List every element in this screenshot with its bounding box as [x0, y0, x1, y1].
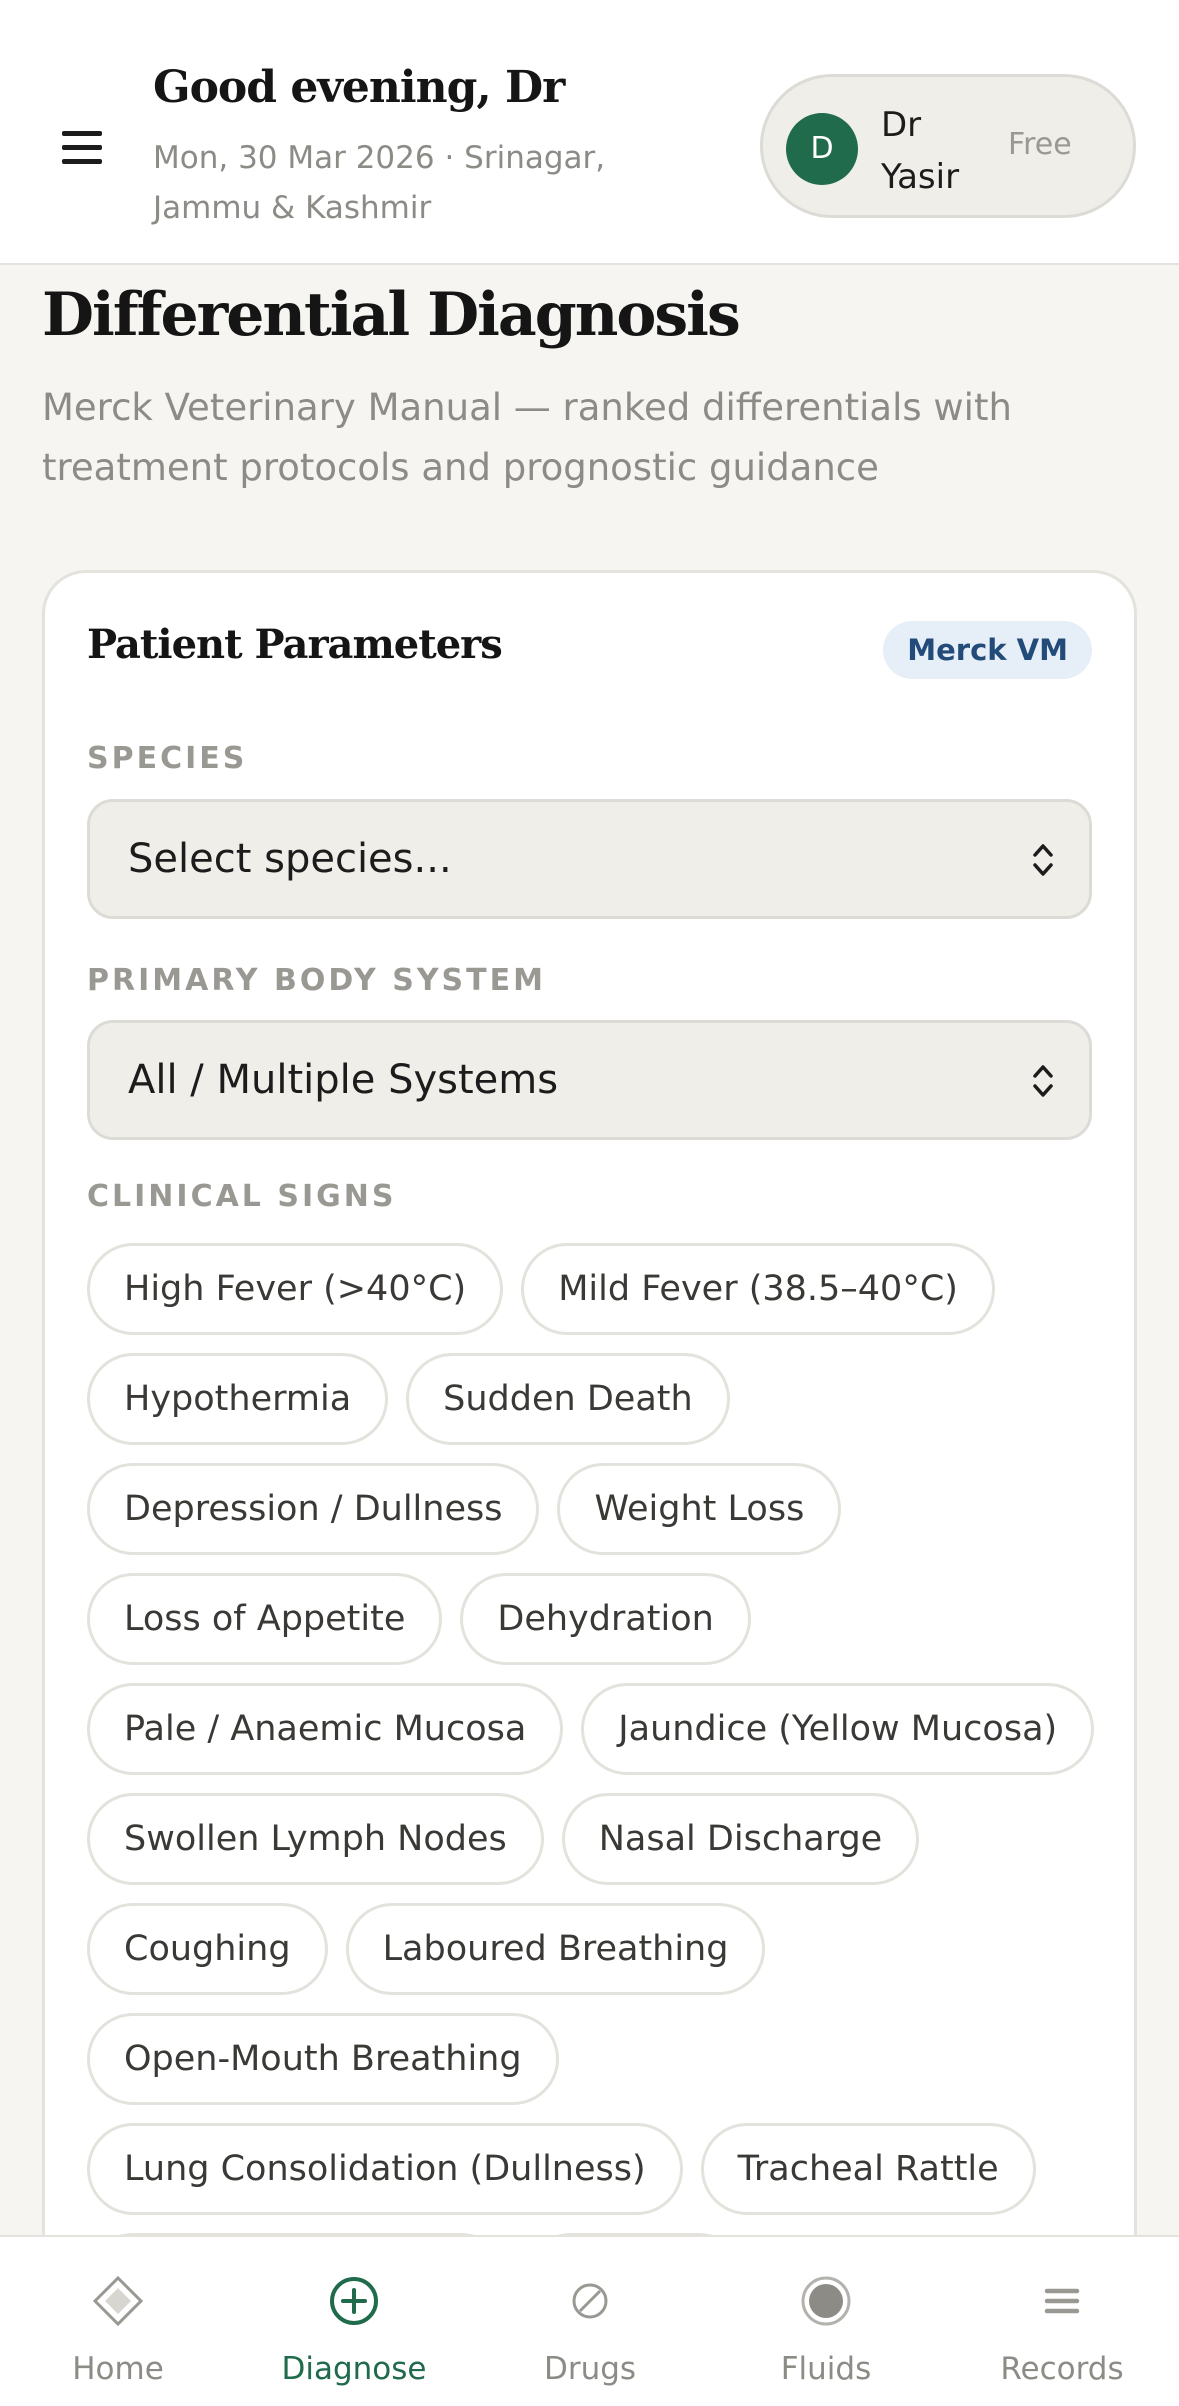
- nav-records[interactable]: Records: [944, 2237, 1179, 2406]
- card-title: Patient Parameters: [87, 621, 503, 668]
- avatar: D: [786, 113, 858, 185]
- menu-icon[interactable]: [62, 131, 102, 167]
- plan-label: Free: [1008, 127, 1072, 162]
- nav-label: Records: [1000, 2351, 1124, 2387]
- nav-fluids[interactable]: Fluids: [708, 2237, 944, 2406]
- chip-open-mouth-breathing[interactable]: Open-Mouth Breathing: [87, 2013, 559, 2105]
- chip-dehydration[interactable]: Dehydration: [460, 1573, 751, 1665]
- chip-jaundice[interactable]: Jaundice (Yellow Mucosa): [581, 1683, 1095, 1775]
- chip-pale-mucosa[interactable]: Pale / Anaemic Mucosa: [87, 1683, 564, 1775]
- source-badge: Merck VM: [883, 621, 1092, 679]
- species-label: SPECIES: [87, 741, 248, 776]
- chip-hypothermia[interactable]: Hypothermia: [87, 1353, 389, 1445]
- date-location: Mon, 30 Mar 2026 · Srinagar, Jammu & Kas…: [153, 140, 606, 226]
- chip-weight-loss[interactable]: Weight Loss: [557, 1463, 842, 1555]
- body-system-value: All / Multiple Systems: [128, 1057, 559, 1103]
- chip-row: Coughing Laboured Breathing: [87, 1903, 1097, 1995]
- top-header: Good evening, Dr Mon, 30 Mar 2026 · Srin…: [0, 0, 1179, 265]
- page-description: Merck Veterinary Manual — ranked differe…: [42, 386, 1012, 489]
- chip-lung-consolidation[interactable]: Lung Consolidation (Dullness): [87, 2123, 683, 2215]
- body-system-select[interactable]: All / Multiple Systems: [87, 1020, 1092, 1140]
- nav-label: Fluids: [780, 2351, 872, 2387]
- bottom-navigation: Home Diagnose Drugs Fluids Records: [0, 2235, 1179, 2406]
- chip-sudden-death[interactable]: Sudden Death: [406, 1353, 730, 1445]
- chip-row: Pale / Anaemic Mucosa Jaundice (Yellow M…: [87, 1683, 1097, 1775]
- greeting: Good evening, Dr: [153, 62, 565, 113]
- species-value: Select species...: [128, 836, 452, 882]
- species-select[interactable]: Select species...: [87, 799, 1092, 919]
- nav-label: Diagnose: [281, 2351, 427, 2387]
- chip-laboured-breathing[interactable]: Laboured Breathing: [345, 1903, 766, 1995]
- clinical-signs-label: CLINICAL SIGNS: [87, 1179, 397, 1214]
- page-title: Differential Diagnosis: [42, 280, 741, 350]
- chip-depression[interactable]: Depression / Dullness: [87, 1463, 540, 1555]
- diamond-icon: [92, 2275, 144, 2327]
- chip-tracheal-rattle[interactable]: Tracheal Rattle: [700, 2123, 1036, 2215]
- user-name: Dr Yasir: [881, 105, 960, 197]
- chip-row: Open-Mouth Breathing: [87, 2013, 1097, 2105]
- patient-parameters-card: Patient Parameters Merck VM SPECIES Sele…: [42, 570, 1137, 2406]
- clinical-signs-chips: High Fever (>40°C) Mild Fever (38.5–40°C…: [87, 1243, 1097, 2343]
- screen: Good evening, Dr Mon, 30 Mar 2026 · Srin…: [0, 0, 1179, 2406]
- nav-diagnose[interactable]: Diagnose: [236, 2237, 472, 2406]
- body-system-label: PRIMARY BODY SYSTEM: [87, 963, 546, 998]
- chevron-updown-icon: [1033, 844, 1053, 876]
- chip-coughing[interactable]: Coughing: [87, 1903, 328, 1995]
- chip-mild-fever[interactable]: Mild Fever (38.5–40°C): [521, 1243, 995, 1335]
- list-icon: [1044, 2288, 1080, 2314]
- drop-circle-icon: [801, 2276, 851, 2326]
- chip-row: Hypothermia Sudden Death: [87, 1353, 1097, 1445]
- chip-nasal-discharge[interactable]: Nasal Discharge: [561, 1793, 920, 1885]
- chip-row: Depression / Dullness Weight Loss: [87, 1463, 1097, 1555]
- plus-circle-icon: [330, 2277, 378, 2325]
- nav-label: Drugs: [543, 2351, 637, 2387]
- nav-home[interactable]: Home: [0, 2237, 236, 2406]
- chip-row: High Fever (>40°C) Mild Fever (38.5–40°C…: [87, 1243, 1097, 1335]
- nav-label: Home: [72, 2351, 164, 2387]
- user-profile-button[interactable]: D Dr Yasir Free: [760, 74, 1136, 218]
- nav-drugs[interactable]: Drugs: [472, 2237, 708, 2406]
- chevron-updown-icon: [1033, 1065, 1053, 1097]
- chip-high-fever[interactable]: High Fever (>40°C): [87, 1243, 504, 1335]
- chip-swollen-lymph-nodes[interactable]: Swollen Lymph Nodes: [87, 1793, 544, 1885]
- chip-loss-of-appetite[interactable]: Loss of Appetite: [87, 1573, 443, 1665]
- chip-row: Lung Consolidation (Dullness) Tracheal R…: [87, 2123, 1097, 2215]
- chip-row: Swollen Lymph Nodes Nasal Discharge: [87, 1793, 1097, 1885]
- pill-icon: [572, 2283, 608, 2319]
- chip-row: Loss of Appetite Dehydration: [87, 1573, 1097, 1665]
